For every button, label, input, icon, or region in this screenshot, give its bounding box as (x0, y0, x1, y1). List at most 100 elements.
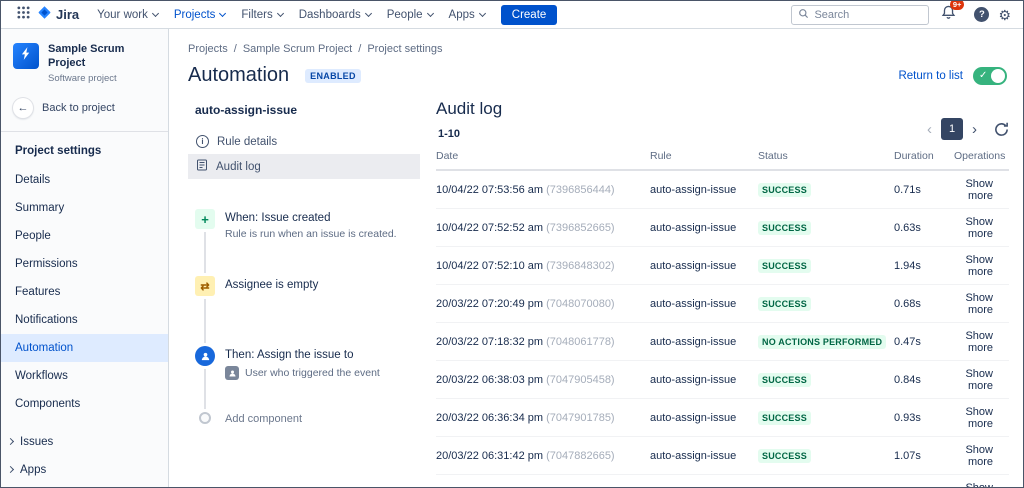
column-header-rule: Rule (650, 150, 758, 170)
show-more-link[interactable]: Show more (965, 292, 993, 316)
column-header-operations: Operations (954, 150, 1009, 170)
row-duration: 1.07s (894, 437, 954, 475)
sidebar-item[interactable]: Components (1, 390, 168, 418)
page-title: Automation (188, 64, 289, 87)
refresh-button[interactable] (994, 122, 1009, 137)
sidebar-item[interactable]: Workflows (1, 362, 168, 390)
row-id: (7396852665) (546, 222, 615, 234)
show-more-link[interactable]: Show more (965, 406, 993, 430)
breadcrumb-link[interactable]: Sample Scrum Project (243, 43, 352, 55)
row-duration: 1.00s (894, 475, 954, 488)
rule-name: auto-assign-issue (188, 97, 420, 129)
bolt-icon (21, 47, 32, 65)
row-id: (7396856444) (546, 184, 615, 196)
back-to-project-label: Back to project (42, 102, 115, 114)
topnav-item[interactable]: People (379, 1, 441, 29)
show-more-link[interactable]: Show more (965, 216, 993, 240)
chevron-down-icon (479, 10, 486, 17)
sidebar-item[interactable]: Details (1, 166, 168, 194)
search-input[interactable] (814, 9, 922, 21)
chevron-down-icon (277, 10, 284, 17)
project-header: Sample Scrum Project Software project (1, 29, 168, 92)
show-more-link[interactable]: Show more (965, 330, 993, 354)
next-page-button[interactable]: › (972, 122, 977, 137)
topnav-item[interactable]: Dashboards (291, 1, 379, 29)
return-to-list-link[interactable]: Return to list (898, 70, 963, 82)
topnav-item[interactable]: Projects (166, 1, 234, 29)
audit-log-menu-item[interactable]: Audit log (188, 154, 420, 179)
previous-page-button[interactable]: ‹ (927, 122, 932, 137)
back-arrow-icon: ← (13, 98, 33, 118)
condition-step[interactable]: ⇄ Assignee is empty (195, 276, 420, 296)
row-duration: 1.94s (894, 247, 954, 285)
show-more-link[interactable]: Show more (965, 178, 993, 202)
sidebar-expandable-item[interactable]: Issues (1, 428, 168, 456)
rule-steps: + When: Issue created Rule is run when a… (195, 209, 420, 425)
chevron-down-icon (152, 10, 159, 17)
gear-icon: ⚙ (998, 7, 1011, 23)
settings-button[interactable]: ⚙ (998, 8, 1011, 22)
enabled-badge: ENABLED (305, 69, 361, 83)
topnav-item[interactable]: Your work (89, 1, 166, 29)
project-title-block: Sample Scrum Project Software project (48, 43, 158, 84)
trigger-step[interactable]: + When: Issue created Rule is run when a… (195, 209, 420, 240)
steps-connector-line (204, 217, 206, 415)
shuffle-icon: ⇄ (195, 276, 215, 296)
row-date: 20/03/22 07:20:49 pm (436, 298, 543, 310)
current-page-button[interactable]: 1 (941, 118, 963, 140)
sidebar-item[interactable]: Summary (1, 194, 168, 222)
row-id: (7047901785) (546, 412, 615, 424)
show-more-link[interactable]: Show more (965, 368, 993, 392)
add-component-step[interactable]: Add component (195, 412, 420, 425)
sidebar-item[interactable]: People (1, 222, 168, 250)
sidebar-expandable-menu: Issues Apps (1, 428, 168, 484)
sidebar-item[interactable]: Permissions (1, 250, 168, 278)
row-rule: auto-assign-issue (650, 285, 758, 323)
row-duration: 0.71s (894, 170, 954, 209)
status-badge: SUCCESS (758, 297, 811, 311)
row-date: 20/03/22 06:31:42 pm (436, 450, 543, 462)
rule-details-menu-item[interactable]: i Rule details (188, 129, 420, 154)
audit-panel: Audit log 1-10 ‹ 1 › (420, 97, 1009, 487)
rule-enabled-toggle[interactable]: ✓ (973, 67, 1007, 85)
row-date: 10/04/22 07:53:56 am (436, 184, 543, 196)
info-icon: i (196, 135, 209, 148)
row-duration: 0.68s (894, 285, 954, 323)
action-step[interactable]: Then: Assign the issue to User who trigg… (195, 346, 420, 380)
document-icon (196, 159, 208, 174)
project-sidebar: Sample Scrum Project Software project ← … (1, 29, 169, 487)
show-more-link[interactable]: Show more (965, 482, 993, 487)
show-more-link[interactable]: Show more (965, 444, 993, 468)
show-more-link[interactable]: Show more (965, 254, 993, 278)
row-date: 20/03/22 06:38:03 pm (436, 374, 543, 386)
project-name: Sample Scrum Project (48, 43, 158, 71)
rule-details-label: Rule details (217, 136, 277, 148)
row-duration: 0.63s (894, 209, 954, 247)
row-date: 20/03/22 06:36:34 pm (436, 412, 543, 424)
sidebar-expandable-item[interactable]: Apps (1, 456, 168, 484)
condition-title: Assignee is empty (225, 276, 318, 291)
notifications-button[interactable]: 9+ (941, 5, 956, 25)
trigger-title: When: Issue created (225, 209, 397, 224)
chevron-right-icon (7, 466, 14, 473)
table-header-row: Date Rule Status Duration Operations (436, 150, 1009, 170)
question-icon: ? (979, 9, 985, 20)
app-switcher-button[interactable] (11, 4, 35, 26)
sidebar-item[interactable]: Notifications (1, 306, 168, 334)
sidebar-item[interactable]: Features (1, 278, 168, 306)
header-right: Return to list ✓ (898, 67, 1007, 85)
topnav-item[interactable]: Apps (441, 1, 493, 29)
page-header: Automation ENABLED Return to list ✓ (170, 55, 1023, 87)
back-to-project-button[interactable]: ← Back to project (1, 92, 168, 132)
breadcrumb-link[interactable]: Projects (188, 43, 228, 55)
topnav-item[interactable]: Filters (233, 1, 290, 29)
audit-table-row: 20/03/22 07:20:49 pm (7048070080) auto-a… (436, 285, 1009, 323)
help-button[interactable]: ? (974, 7, 989, 22)
breadcrumb-link[interactable]: Project settings (367, 43, 442, 55)
sidebar-item[interactable]: Automation (1, 334, 168, 362)
search-box (791, 5, 929, 25)
row-duration: 0.47s (894, 323, 954, 361)
jira-logo[interactable]: Jira (37, 5, 79, 25)
create-button[interactable]: Create (501, 5, 558, 25)
row-rule: auto-assign-issue (650, 437, 758, 475)
